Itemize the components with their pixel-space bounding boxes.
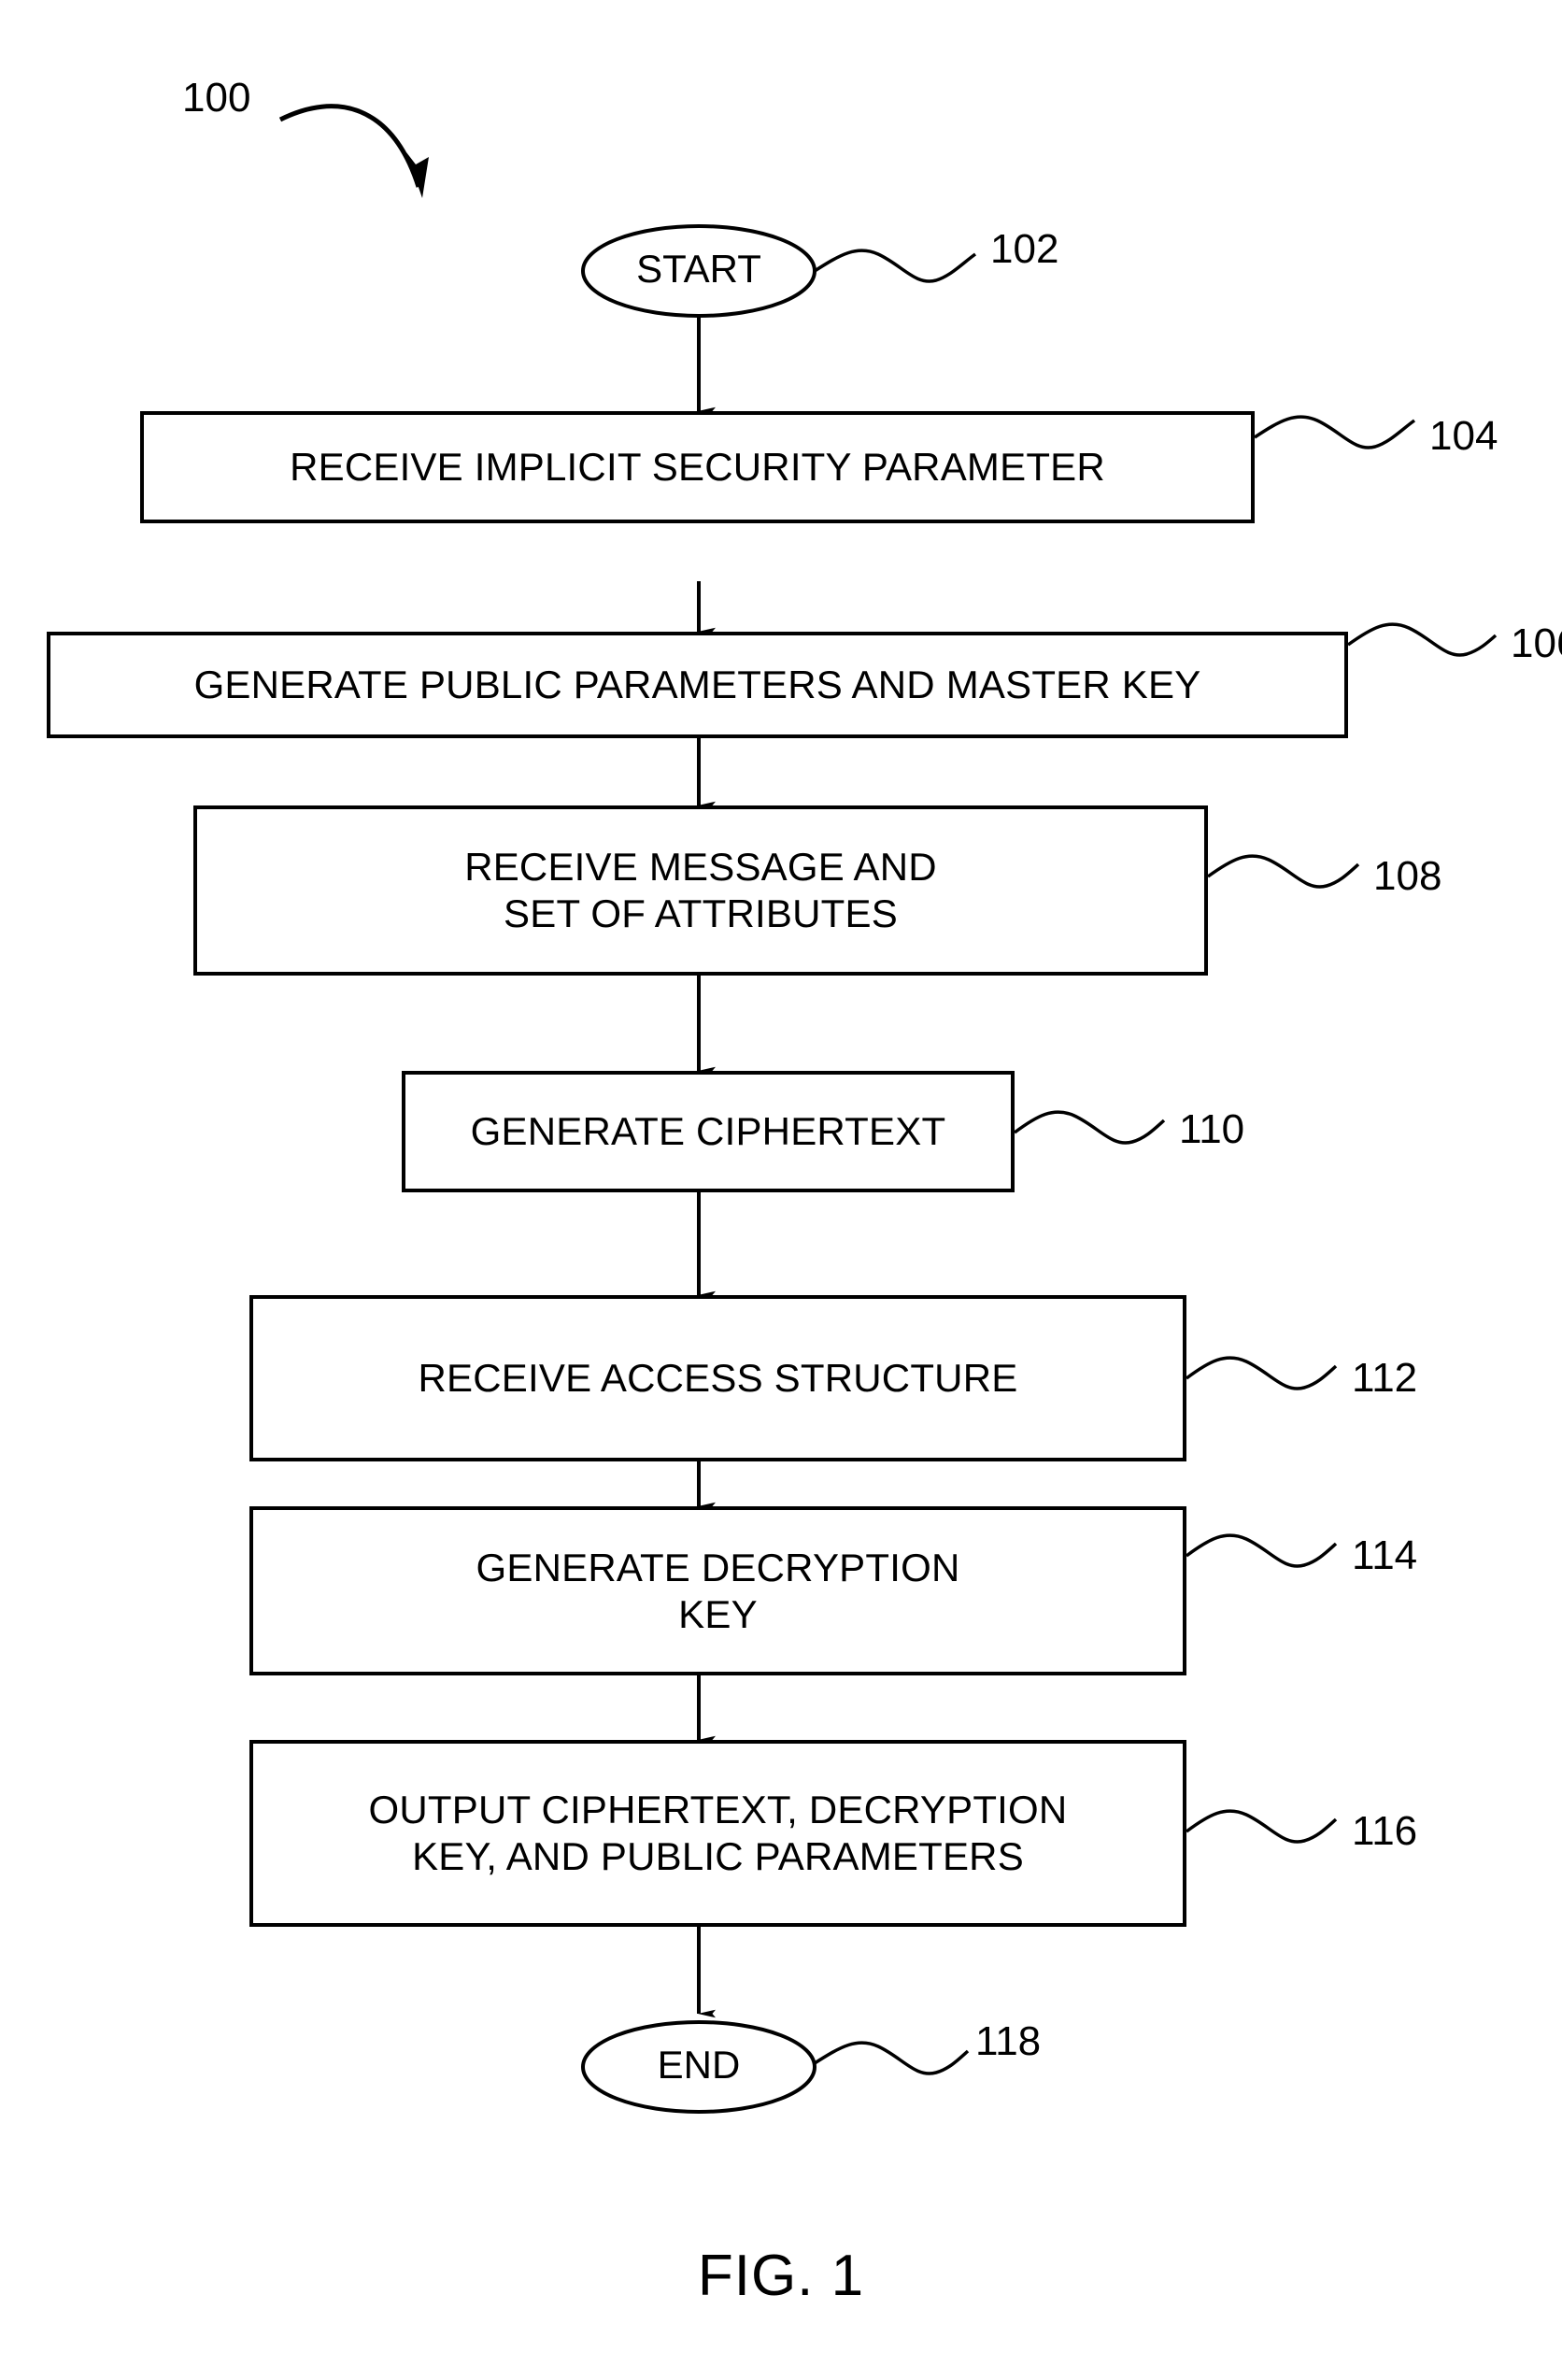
- start-terminator-label: START: [636, 247, 761, 291]
- process-box-receive-message-and-set-of-attributes[interactable]: RECEIVE MESSAGE AND SET OF ATTRIBUTES: [193, 805, 1208, 976]
- ref-number-104: 104: [1429, 413, 1498, 459]
- ref-number-118: 118: [975, 2018, 1042, 2064]
- process-box-output-ciphertext-decryption-key-and-public-parameters[interactable]: OUTPUT CIPHERTEXT, DECRYPTION KEY, AND P…: [249, 1740, 1186, 1927]
- leader-squiggle-106: [1346, 622, 1498, 657]
- leader-squiggle-112: [1185, 1356, 1338, 1390]
- process-box-108-label: RECEIVE MESSAGE AND SET OF ATTRIBUTES: [464, 845, 937, 935]
- leader-squiggle-108: [1206, 854, 1360, 889]
- ref-number-106: 106: [1511, 620, 1562, 666]
- leader-squiggle-116: [1185, 1809, 1338, 1844]
- ref-number-108: 108: [1373, 853, 1442, 899]
- diagram-ref-leader: [278, 104, 429, 198]
- diagram-ref-number: 100: [182, 75, 251, 121]
- process-box-generate-decryption-key[interactable]: GENERATE DECRYPTION KEY: [249, 1506, 1186, 1675]
- patent-figure: 100 START 102 RECEIVE IMPLICIT SECURITY …: [0, 0, 1562, 2380]
- process-box-116-label: OUTPUT CIPHERTEXT, DECRYPTION KEY, AND P…: [368, 1788, 1068, 1878]
- process-box-112-label: RECEIVE ACCESS STRUCTURE: [418, 1356, 1018, 1401]
- ref-number-116: 116: [1352, 1808, 1418, 1854]
- end-terminator-label: END: [657, 2043, 741, 2087]
- process-box-114-label: GENERATE DECRYPTION KEY: [476, 1545, 960, 1636]
- leader-squiggle-110: [1013, 1110, 1166, 1145]
- ref-number-110: 110: [1179, 1106, 1245, 1152]
- process-box-receive-implicit-security-parameter[interactable]: RECEIVE IMPLICIT SECURITY PARAMETER: [140, 411, 1255, 523]
- figure-caption: FIG. 1: [697, 2244, 865, 2308]
- process-box-generate-ciphertext[interactable]: GENERATE CIPHERTEXT: [402, 1071, 1015, 1192]
- leader-squiggle-104: [1254, 415, 1416, 449]
- process-box-104-label: RECEIVE IMPLICIT SECURITY PARAMETER: [290, 445, 1105, 490]
- process-box-receive-access-structure[interactable]: RECEIVE ACCESS STRUCTURE: [249, 1295, 1186, 1461]
- leader-squiggle-118: [814, 2041, 970, 2075]
- ref-number-112: 112: [1352, 1355, 1418, 1401]
- ref-number-102: 102: [990, 226, 1059, 272]
- leader-squiggle-102: [814, 249, 977, 283]
- process-box-106-label: GENERATE PUBLIC PARAMETERS AND MASTER KE…: [193, 663, 1201, 707]
- process-box-110-label: GENERATE CIPHERTEXT: [470, 1109, 946, 1154]
- leader-squiggle-114: [1185, 1533, 1338, 1568]
- ref-number-114: 114: [1352, 1532, 1418, 1578]
- process-box-generate-public-parameters-and-master-key[interactable]: GENERATE PUBLIC PARAMETERS AND MASTER KE…: [47, 632, 1348, 738]
